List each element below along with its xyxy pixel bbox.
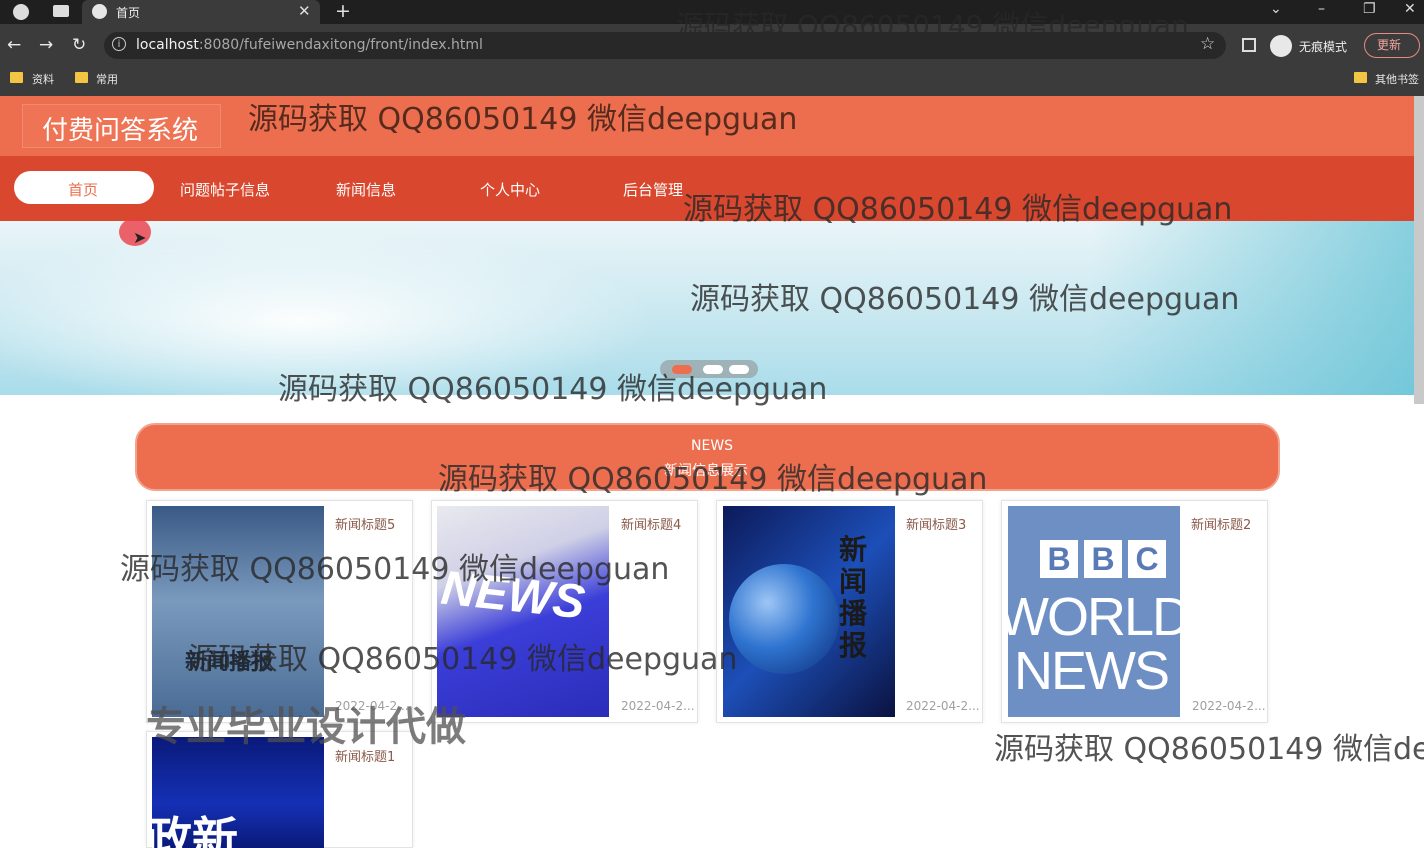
window-tab-icon[interactable]: [53, 5, 69, 17]
bookmark-star-icon[interactable]: ☆: [1200, 34, 1215, 54]
watermark-text: 源码获取 QQ86050149 微信deepguan: [120, 552, 670, 587]
news-card-date: 2022-04-2...: [906, 699, 980, 713]
site-logo[interactable]: 付费问答系统: [42, 110, 198, 147]
folder-icon: [10, 72, 23, 83]
site-info-icon[interactable]: i: [112, 37, 126, 51]
new-tab-icon[interactable]: +: [335, 0, 351, 22]
window-close-icon[interactable]: ✕: [1404, 1, 1416, 17]
tab-close-icon[interactable]: ✕: [298, 2, 311, 20]
url-text[interactable]: localhost:8080/fufeiwendaxitong/front/in…: [136, 37, 483, 53]
watermark-text: 源码获取 QQ86050149 微信deepguan: [683, 192, 1233, 227]
watermark-text: 源码获取 QQ86050149 微信deepguan: [248, 102, 798, 137]
watermark-text: 源码获取 QQ86050149 微信deepguan: [438, 462, 988, 497]
news-thumbnail[interactable]: B B C WORLD NEWS: [1008, 506, 1180, 717]
bbc-block: B: [1084, 540, 1122, 578]
news-thumbnail[interactable]: NEWS: [437, 506, 609, 717]
folder-icon: [75, 72, 88, 83]
chrome-globe-icon[interactable]: [13, 4, 29, 20]
folder-icon: [1354, 72, 1367, 83]
bookmarks-bar: [0, 66, 1424, 96]
watermark-text: 源码获取 QQ86050149 微信dee: [994, 732, 1424, 767]
watermark-text: 源码获取 QQ86050149 微信deepguan: [676, 9, 1189, 42]
other-bookmarks[interactable]: 其他书签: [1375, 71, 1419, 87]
globe-icon: [729, 564, 839, 674]
restore-icon[interactable]: ❐: [1363, 1, 1376, 17]
news-card-title[interactable]: 新闻标题3: [906, 514, 966, 533]
tab-favicon-icon: [92, 4, 107, 19]
incognito-label[interactable]: 无痕模式: [1299, 38, 1347, 55]
tab-title[interactable]: 首页: [116, 4, 140, 21]
forward-icon[interactable]: →: [39, 35, 53, 55]
news-card-title[interactable]: 新闻标题2: [1191, 514, 1251, 533]
page-scrollbar[interactable]: [1414, 96, 1424, 404]
watermark-text: 源码获取 QQ86050149 微信deepguan: [188, 642, 738, 677]
back-icon[interactable]: ←: [7, 35, 21, 55]
nav-item-admin[interactable]: 后台管理: [623, 179, 683, 200]
bookmark-item[interactable]: 常用: [96, 71, 118, 87]
nav-item-home[interactable]: 首页: [68, 179, 98, 200]
news-thumbnail[interactable]: 新闻播报: [152, 506, 324, 717]
nav-item-profile[interactable]: 个人中心: [480, 179, 540, 200]
news-card-title[interactable]: 新闻标题4: [621, 514, 681, 533]
bbc-block: C: [1128, 540, 1166, 578]
news-title-en: NEWS: [691, 438, 734, 454]
reload-icon[interactable]: ↻: [72, 35, 86, 55]
thumb-caption: 新闻播报: [839, 533, 868, 662]
thumb-caption: 政新: [152, 812, 238, 848]
mouse-cursor-icon: ➤: [133, 228, 147, 247]
watermark-text: 源码获取 QQ86050149 微信deepguan: [690, 282, 1240, 317]
thumb-caption: WORLD: [1008, 587, 1180, 647]
news-thumbnail[interactable]: 新闻播报: [723, 506, 895, 717]
bbc-block: B: [1040, 540, 1078, 578]
watermark-text: 源码获取 QQ86050149 微信deepguan: [278, 372, 828, 407]
nav-item-news[interactable]: 新闻信息: [336, 179, 396, 200]
nav-item-questions[interactable]: 问题帖子信息: [180, 179, 270, 200]
tab-search-icon[interactable]: ⌄: [1270, 1, 1282, 17]
update-button[interactable]: 更新: [1364, 33, 1420, 58]
thumb-caption: NEWS: [1014, 641, 1170, 701]
promo-watermark: 专业毕业设计代做: [146, 704, 466, 750]
minimize-icon[interactable]: –: [1318, 1, 1325, 17]
incognito-icon[interactable]: [1270, 35, 1292, 57]
bookmark-item[interactable]: 资料: [32, 71, 54, 87]
side-panel-icon[interactable]: [1242, 38, 1256, 52]
news-thumbnail[interactable]: 政新: [152, 737, 324, 848]
news-card-title[interactable]: 新闻标题5: [335, 514, 395, 533]
news-card-date: 2022-04-2...: [621, 699, 695, 713]
news-card-date: 2022-04-2...: [1192, 699, 1266, 713]
